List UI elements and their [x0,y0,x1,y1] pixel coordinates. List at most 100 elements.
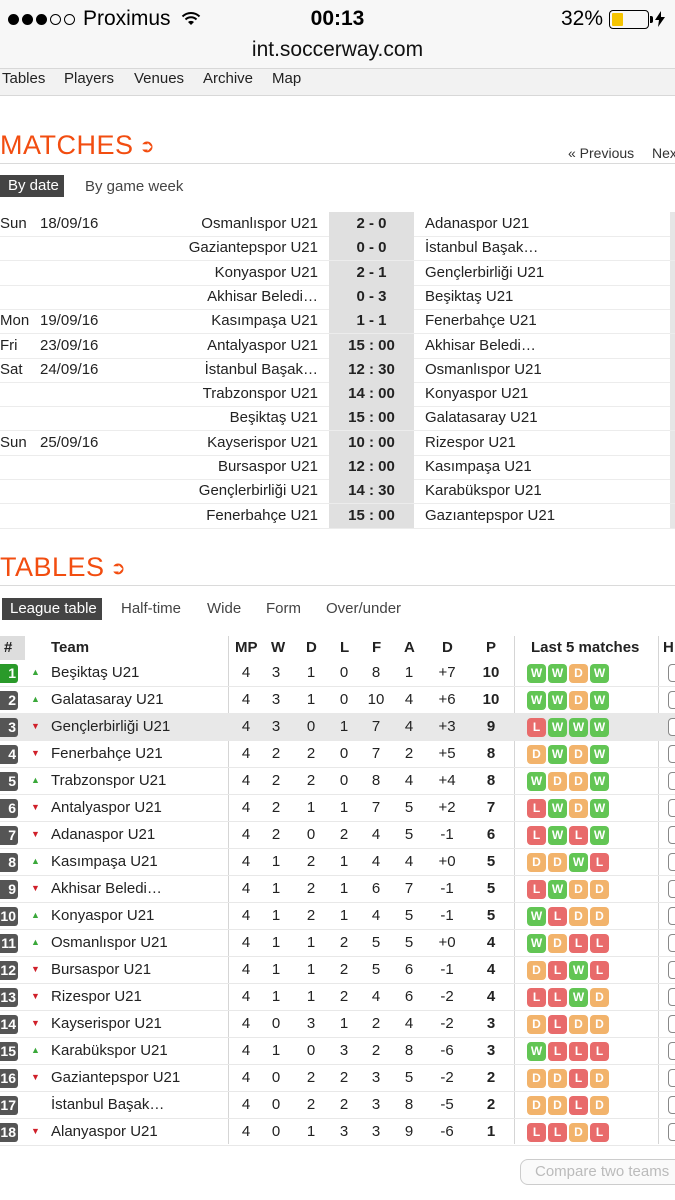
form-badge[interactable]: W [548,826,567,845]
table-row[interactable]: 5 ▲ Trabzonspor U21 4 2 2 0 8 4 +4 8 W D D W [0,768,675,795]
team-name[interactable]: Osmanlıspor U21 [51,934,168,951]
compare-checkbox[interactable] [668,1015,675,1033]
form-badge[interactable]: L [548,1042,567,1061]
team-name[interactable]: Bursaspor U21 [51,961,151,978]
match-score[interactable]: 10 : 00 [329,430,414,455]
compare-checkbox[interactable] [668,1042,675,1060]
next-link[interactable]: Next [652,145,675,161]
form-badge[interactable]: W [527,934,546,953]
match-row[interactable]: Sat 24/09/16 İstanbul Başak… 12 : 30 Osmanlı… [0,357,675,383]
tab-league-table[interactable]: League table [2,598,102,620]
form-badge[interactable]: D [590,880,609,899]
form-badge[interactable]: W [548,691,567,710]
table-row[interactable]: 18 ▼ Alanyaspor U21 4 0 1 3 3 9 -6 1 L L D L [0,1119,675,1146]
compare-checkbox[interactable] [668,1123,675,1141]
away-team[interactable]: Akhisar Beledi… [425,337,536,354]
matches-title[interactable]: MATCHES ➲ [0,130,155,161]
compare-checkbox[interactable] [668,691,675,709]
team-name[interactable]: Karabükspor U21 [51,1042,168,1059]
form-badge[interactable]: D [569,664,588,683]
home-team[interactable]: Kasımpaşa U21 [211,312,318,329]
away-team[interactable]: Karabükspor U21 [425,482,542,499]
form-badge[interactable]: L [527,826,546,845]
team-name[interactable]: Gençlerbirliği U21 [51,718,170,735]
form-badge[interactable]: L [590,961,609,980]
team-name[interactable]: Gaziantepspor U21 [51,1069,180,1086]
url-bar[interactable]: int.soccerway.com [0,38,675,70]
tab-by-game-week[interactable]: By game week [85,178,183,195]
form-badge[interactable]: L [590,1123,609,1142]
home-team[interactable]: Kayserispor U21 [207,434,318,451]
form-badge[interactable]: L [527,880,546,899]
team-name[interactable]: Fenerbahçe U21 [51,745,163,762]
team-name[interactable]: Rizespor U21 [51,988,142,1005]
form-badge[interactable]: D [590,988,609,1007]
previous-link[interactable]: « Previous [568,145,634,161]
compare-checkbox[interactable] [668,1096,675,1114]
form-badge[interactable]: D [590,1096,609,1115]
match-score[interactable]: 0 - 3 [329,284,414,309]
match-score[interactable]: 12 : 30 [329,357,414,382]
match-row[interactable]: Sun 18/09/16 Osmanlıspor U21 2 - 0 Adanaspor… [0,212,675,237]
away-team[interactable]: Fenerbahçe U21 [425,312,537,329]
form-badge[interactable]: D [569,772,588,791]
form-badge[interactable]: W [548,799,567,818]
form-badge[interactable]: D [548,1069,567,1088]
form-badge[interactable]: D [548,853,567,872]
form-badge[interactable]: W [590,718,609,737]
form-badge[interactable]: D [569,799,588,818]
away-team[interactable]: Rizespor U21 [425,434,516,451]
form-badge[interactable]: W [527,907,546,926]
table-row[interactable]: 16 ▼ Gaziantepspor U21 4 0 2 2 3 5 -2 2 D D L D [0,1065,675,1092]
compare-checkbox[interactable] [668,664,675,682]
match-row[interactable]: Sun 25/09/16 Kayserispor U21 10 : 00 Rizespo… [0,430,675,456]
form-badge[interactable]: L [527,1123,546,1142]
table-row[interactable]: 6 ▼ Antalyaspor U21 4 2 1 1 7 5 +2 7 L W D W [0,795,675,822]
form-badge[interactable]: D [569,691,588,710]
match-score[interactable]: 15 : 00 [329,406,414,431]
table-row[interactable]: 14 ▼ Kayserispor U21 4 0 3 1 2 4 -2 3 D L D D [0,1011,675,1038]
table-row[interactable]: 10 ▲ Konyaspor U21 4 1 2 1 4 5 -1 5 W L D D [0,903,675,930]
form-badge[interactable]: W [548,745,567,764]
form-badge[interactable]: L [569,1096,588,1115]
match-score[interactable]: 12 : 00 [329,455,414,479]
team-name[interactable]: Alanyaspor U21 [51,1123,158,1140]
match-row[interactable]: Beşiktaş U21 15 : 00 Galatasaray U21 [0,406,675,432]
form-badge[interactable]: L [569,826,588,845]
team-name[interactable]: Akhisar Beledi… [51,880,162,897]
form-badge[interactable]: W [527,1042,546,1061]
form-badge[interactable]: L [527,718,546,737]
form-badge[interactable]: W [527,664,546,683]
table-row[interactable]: 11 ▲ Osmanlıspor U21 4 1 1 2 5 5 +0 4 W D L L [0,930,675,957]
team-name[interactable]: Kayserispor U21 [51,1015,162,1032]
match-row[interactable]: Fri 23/09/16 Antalyaspor U21 15 : 00 Akhisar… [0,333,675,359]
form-badge[interactable]: D [527,1015,546,1034]
match-score[interactable]: 14 : 00 [329,382,414,407]
match-score[interactable]: 0 - 0 [329,236,414,261]
nav-archive[interactable]: Archive [203,70,253,87]
match-row[interactable]: Konyaspor U21 2 - 1 Gençlerbirliği U21 [0,260,675,286]
table-row[interactable]: 7 ▼ Adanaspor U21 4 2 0 2 4 5 -1 6 L W L W [0,822,675,849]
form-badge[interactable]: D [590,1015,609,1034]
form-badge[interactable]: D [527,1096,546,1115]
away-team[interactable]: İstanbul Başak… [425,239,538,256]
form-badge[interactable]: L [527,799,546,818]
home-team[interactable]: İstanbul Başak… [205,361,318,378]
form-badge[interactable]: L [548,1015,567,1034]
home-team[interactable]: Fenerbahçe U21 [206,507,318,524]
team-name[interactable]: Kasımpaşa U21 [51,853,158,870]
away-team[interactable]: Osmanlıspor U21 [425,361,542,378]
form-badge[interactable]: L [548,961,567,980]
form-badge[interactable]: L [590,1042,609,1061]
match-row[interactable]: Bursaspor U21 12 : 00 Kasımpaşa U21 [0,455,675,480]
match-row[interactable]: Mon 19/09/16 Kasımpaşa U21 1 - 1 Fenerbahçe … [0,309,675,335]
home-team[interactable]: Osmanlıspor U21 [201,215,318,232]
tab-half-time[interactable]: Half-time [121,600,181,617]
team-name[interactable]: Galatasaray U21 [51,691,164,708]
form-badge[interactable]: W [548,880,567,899]
compare-checkbox[interactable] [668,745,675,763]
form-badge[interactable]: W [548,664,567,683]
form-badge[interactable]: L [590,934,609,953]
form-badge[interactable]: W [527,691,546,710]
compare-checkbox[interactable] [668,1069,675,1087]
